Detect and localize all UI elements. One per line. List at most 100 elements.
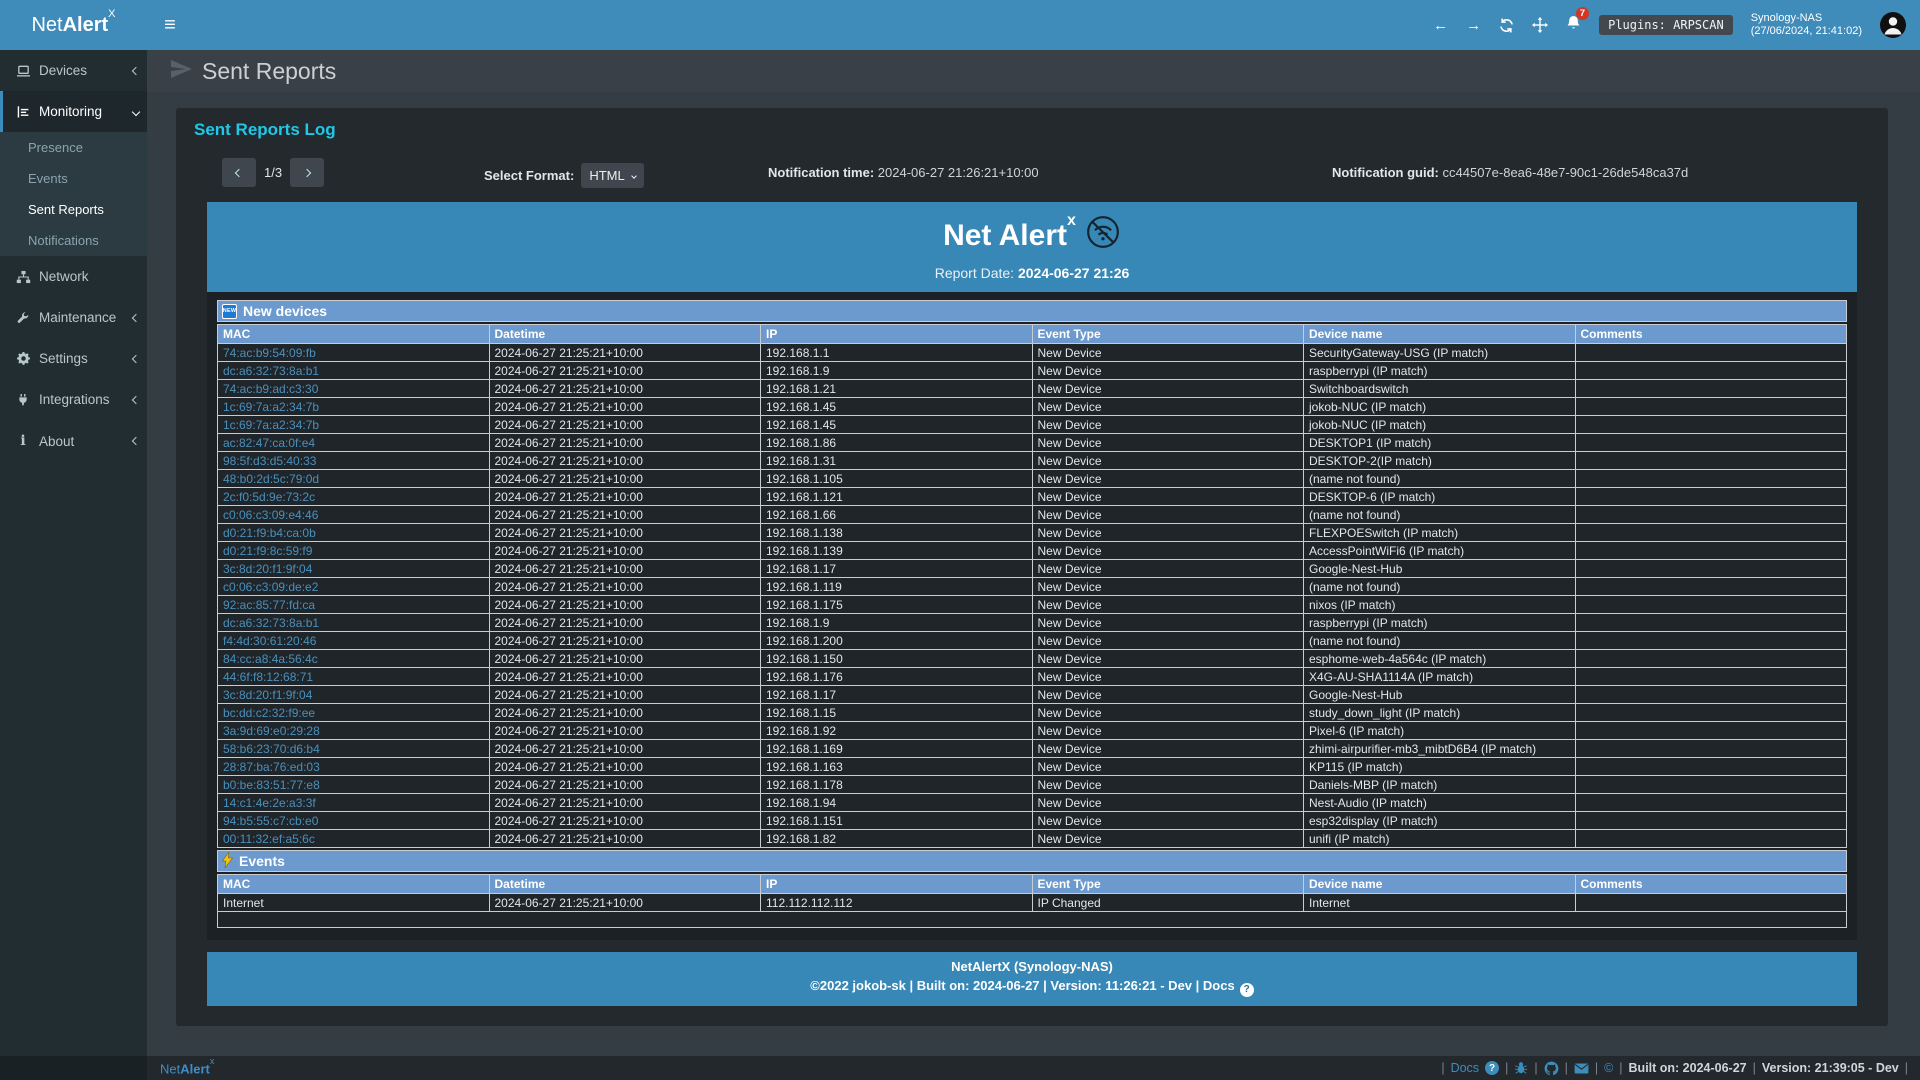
- sidebar-subitem-sent-reports[interactable]: Sent Reports: [0, 194, 147, 225]
- cell-ip: 192.168.1.200: [761, 632, 1033, 650]
- cell-datetime: 2024-06-27 21:25:21+10:00: [489, 470, 761, 488]
- mac-link[interactable]: dc:a6:32:73:8a:b1: [223, 364, 319, 378]
- cell-device-name: (name not found): [1304, 506, 1576, 524]
- format-select[interactable]: HTML: [581, 163, 643, 188]
- column-header-mac: MAC: [218, 875, 490, 894]
- mac-link[interactable]: 00:11:32:ef:a5:6c: [223, 832, 315, 846]
- cell-ip: 192.168.1.175: [761, 596, 1033, 614]
- cell-comments: [1575, 524, 1847, 542]
- sidebar-toggle-button[interactable]: ≡: [147, 0, 193, 50]
- mac-link[interactable]: ac:82:47:ca:0f:e4: [223, 436, 315, 450]
- gear-icon: [15, 351, 31, 366]
- cell-comments: [1575, 578, 1847, 596]
- cell-comments: [1575, 452, 1847, 470]
- cell-ip: 192.168.1.45: [761, 398, 1033, 416]
- mac-link[interactable]: f4:4d:30:61:20:46: [223, 634, 316, 648]
- mac-link[interactable]: 28:87:ba:76:ed:03: [223, 760, 320, 774]
- cell-mac: 14:c1:4e:2e:a3:3f: [218, 794, 490, 812]
- mac-link[interactable]: 1c:69:7a:a2:34:7b: [223, 400, 319, 414]
- mac-link[interactable]: 74:ac:b9:ad:c3:30: [223, 382, 318, 396]
- forward-arrow-icon[interactable]: →: [1466, 17, 1481, 34]
- sidebar: DevicesMonitoringPresenceEventsSent Repo…: [0, 50, 147, 1056]
- sidebar-subitem-notifications[interactable]: Notifications: [0, 225, 147, 256]
- cell-event-type: New Device: [1032, 488, 1304, 506]
- column-header-device-name: Device name: [1304, 325, 1576, 344]
- mac-link[interactable]: c0:06:c3:09:de:e2: [223, 580, 318, 594]
- sidebar-item-devices[interactable]: Devices: [0, 50, 147, 91]
- footer-brand[interactable]: NetAlertx: [160, 1060, 214, 1076]
- mac-link[interactable]: 74:ac:b9:54:09:fb: [223, 346, 316, 360]
- cell-datetime: 2024-06-27 21:25:21+10:00: [489, 524, 761, 542]
- cell-device-name: Daniels-MBP (IP match): [1304, 776, 1576, 794]
- info-icon: i: [15, 433, 31, 449]
- mac-link[interactable]: dc:a6:32:73:8a:b1: [223, 616, 319, 630]
- mac-link[interactable]: 44:6f:f8:12:68:71: [223, 670, 313, 684]
- cell-comments: [1575, 758, 1847, 776]
- mac-link[interactable]: 2c:f0:5d:9e:73:2c: [223, 490, 315, 504]
- cell-comments: [1575, 704, 1847, 722]
- app-logo[interactable]: NetAlertX: [0, 14, 147, 37]
- cell-comments: [1575, 542, 1847, 560]
- move-arrows-icon[interactable]: [1532, 17, 1548, 33]
- mac-link[interactable]: d0:21:f9:b4:ca:0b: [223, 526, 316, 540]
- mac-link[interactable]: 84:cc:a8:4a:56:4c: [223, 652, 318, 666]
- mac-link[interactable]: 1c:69:7a:a2:34:7b: [223, 418, 319, 432]
- cell-comments: [1575, 362, 1847, 380]
- mac-link[interactable]: 48:b0:2d:5c:79:0d: [223, 472, 319, 486]
- sidebar-item-integrations[interactable]: Integrations: [0, 379, 147, 420]
- sidebar-item-maintenance[interactable]: Maintenance: [0, 297, 147, 338]
- mac-link[interactable]: 92:ac:85:77:fd:ca: [223, 598, 315, 612]
- user-avatar[interactable]: [1880, 12, 1906, 38]
- cell-mac: 3c:8d:20:f1:9f:04: [218, 560, 490, 578]
- cell-device-name: unifi (IP match): [1304, 830, 1576, 848]
- refresh-icon[interactable]: [1499, 18, 1514, 33]
- table-row: 74:ac:b9:54:09:fb2024-06-27 21:25:21+10:…: [218, 344, 1847, 362]
- sidebar-item-monitoring[interactable]: Monitoring: [0, 91, 147, 132]
- cell-comments: [1575, 722, 1847, 740]
- mac-link[interactable]: d0:21:f9:8c:59:f9: [223, 544, 312, 558]
- mac-link[interactable]: 3a:9d:69:e0:29:28: [223, 724, 320, 738]
- sidebar-subitem-presence[interactable]: Presence: [0, 132, 147, 163]
- cell-event-type: New Device: [1032, 452, 1304, 470]
- sidebar-item-settings[interactable]: Settings: [0, 338, 147, 379]
- sent-reports-log-title[interactable]: Sent Reports Log: [194, 120, 1870, 140]
- docs-question-icon[interactable]: ?: [1240, 983, 1254, 997]
- cell-datetime: 2024-06-27 21:25:21+10:00: [489, 704, 761, 722]
- mac-link[interactable]: b0:be:83:51:77:e8: [223, 778, 320, 792]
- docs-link[interactable]: Docs: [1451, 1061, 1479, 1075]
- prev-page-button[interactable]: [222, 158, 256, 187]
- mac-link[interactable]: 14:c1:4e:2e:a3:3f: [223, 796, 316, 810]
- cell-mac: 44:6f:f8:12:68:71: [218, 668, 490, 686]
- page-indicator: 1/3: [264, 165, 282, 180]
- cell-device-name: DESKTOP-6 (IP match): [1304, 488, 1576, 506]
- table-row: ac:82:47:ca:0f:e42024-06-27 21:25:21+10:…: [218, 434, 1847, 452]
- email-icon[interactable]: [1574, 1063, 1589, 1074]
- brand-alert: Alert: [63, 14, 109, 36]
- cell-mac: 1c:69:7a:a2:34:7b: [218, 416, 490, 434]
- mac-link[interactable]: c0:06:c3:09:e4:46: [223, 508, 318, 522]
- sidebar-item-network[interactable]: Network: [0, 256, 147, 297]
- mac-link[interactable]: 58:b6:23:70:d6:b4: [223, 742, 320, 756]
- notifications-bell-icon[interactable]: 7: [1566, 15, 1581, 36]
- help-question-icon[interactable]: ?: [1485, 1061, 1499, 1075]
- mac-link[interactable]: 3c:8d:20:f1:9f:04: [223, 688, 312, 702]
- back-arrow-icon[interactable]: ←: [1433, 17, 1448, 34]
- table-row: b0:be:83:51:77:e82024-06-27 21:25:21+10:…: [218, 776, 1847, 794]
- next-page-button[interactable]: [290, 158, 324, 187]
- github-icon[interactable]: [1544, 1061, 1559, 1076]
- mac-link[interactable]: bc:dd:c2:32:f9:ee: [223, 706, 315, 720]
- sidebar-item-about[interactable]: iAbout: [0, 420, 147, 462]
- mac-link[interactable]: 3c:8d:20:f1:9f:04: [223, 562, 312, 576]
- notification-time-label: Notification time:: [768, 165, 874, 180]
- cell-comments: [1575, 560, 1847, 578]
- mac-link[interactable]: 98:5f:d3:d5:40:33: [223, 454, 316, 468]
- table-row: 14:c1:4e:2e:a3:3f2024-06-27 21:25:21+10:…: [218, 794, 1847, 812]
- copyright-icon[interactable]: ©: [1604, 1061, 1613, 1075]
- format-value: HTML: [589, 168, 624, 183]
- table-header-row: MACDatetimeIPEvent TypeDevice nameCommen…: [218, 325, 1847, 344]
- bug-report-icon[interactable]: [1514, 1061, 1528, 1075]
- mac-link[interactable]: 94:b5:55:c7:cb:e0: [223, 814, 318, 828]
- sidebar-subitem-events[interactable]: Events: [0, 163, 147, 194]
- new-devices-section-header: NEW New devices: [217, 300, 1847, 322]
- new-devices-table: MACDatetimeIPEvent TypeDevice nameCommen…: [217, 324, 1847, 848]
